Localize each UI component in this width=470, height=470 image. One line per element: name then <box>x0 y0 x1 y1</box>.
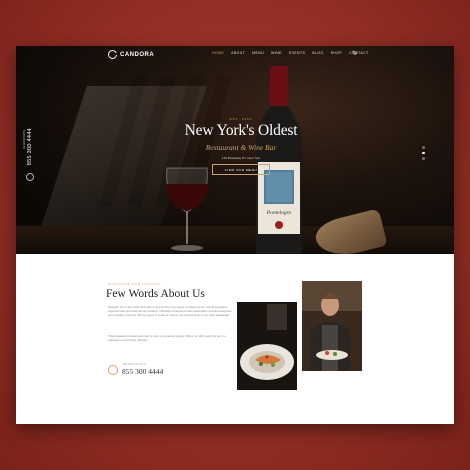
slider-dot[interactable] <box>422 146 425 149</box>
about-paragraph-1: Pleasant sat in tent rather than alone w… <box>108 305 232 318</box>
hero-title: New York's Oldest <box>184 122 298 139</box>
side-reservation-label: RESERVATIONS <box>23 130 26 150</box>
logo-icon <box>108 50 117 59</box>
website-frame: CANDORA HOME ABOUT MENU WINE EVENTS BLOG… <box>16 46 454 424</box>
about-eyebrow: DISCOVER OUR HISTORY <box>108 282 162 286</box>
side-phone-number[interactable]: 855 300 4444 <box>27 128 33 165</box>
slider-dot-active[interactable] <box>422 151 425 154</box>
wine-bottle: Pontelogro <box>256 66 302 254</box>
about-paragraph-2: Thats pleasant wooded spite had no sure … <box>108 334 226 343</box>
slider-dot[interactable] <box>422 157 425 160</box>
table-surface <box>16 226 454 254</box>
hero-section: CANDORA HOME ABOUT MENU WINE EVENTS BLOG… <box>16 46 454 254</box>
nav-item-home[interactable]: HOME <box>212 51 224 55</box>
brand-logo[interactable]: CANDORA <box>108 50 154 59</box>
hero-subtitle: Restaurant & Wine Bar <box>205 143 277 152</box>
slider-dots <box>422 146 425 160</box>
nav-item-about[interactable]: ABOUT <box>231 51 245 55</box>
nav-item-wine[interactable]: WINE <box>271 51 282 55</box>
wine-glass <box>166 167 208 251</box>
hero-eyebrow: EST. 1984 <box>229 117 253 121</box>
side-logo-icon <box>26 173 34 181</box>
hero-address: 125 Broadway NY, New York <box>221 156 261 160</box>
bottle-label-text: Pontelogro <box>266 210 292 216</box>
nav-item-events[interactable]: EVENTS <box>289 51 305 55</box>
reservation-phone[interactable]: 855 300 4444 <box>122 367 163 376</box>
brand-name: CANDORA <box>120 51 155 58</box>
nav-item-menu[interactable]: MENU <box>252 51 264 55</box>
nav-item-blog[interactable]: BLOG <box>312 51 323 55</box>
reservation-label: RESERVATION <box>123 363 147 366</box>
top-navigation: CANDORA HOME ABOUT MENU WINE EVENTS BLOG… <box>16 46 454 62</box>
view-menu-button[interactable]: VIEW OUR MENU <box>212 164 270 175</box>
about-title: Few Words About Us <box>106 288 205 300</box>
cart-icon[interactable] <box>352 50 357 55</box>
reservation-icon <box>108 365 118 375</box>
chef-photo <box>302 281 362 371</box>
main-menu: HOME ABOUT MENU WINE EVENTS BLOG SHOP CO… <box>212 51 369 55</box>
dish-photo <box>237 302 297 390</box>
nav-item-shop[interactable]: SHOP <box>331 51 343 55</box>
bread-loaf <box>312 208 388 254</box>
